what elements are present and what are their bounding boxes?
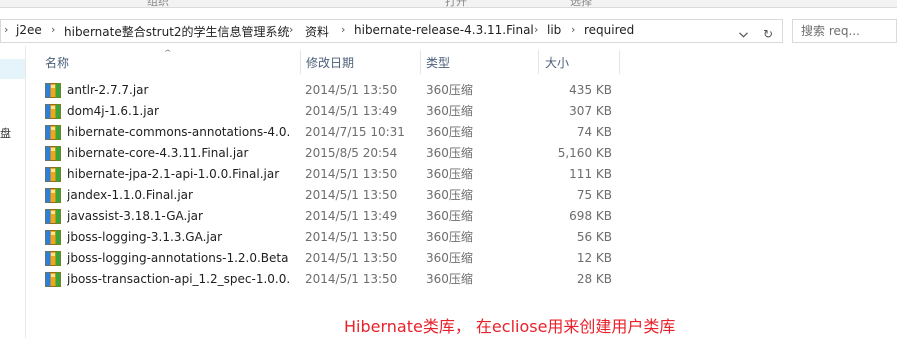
file-type: 360压缩 bbox=[426, 188, 473, 202]
archive-file-icon bbox=[45, 83, 61, 98]
breadcrumb-release[interactable]: hibernate-release-4.3.11.Final bbox=[354, 23, 534, 37]
file-type: 360压缩 bbox=[426, 104, 473, 118]
file-name: javassist-3.18.1-GA.jar bbox=[67, 209, 203, 223]
file-date: 2014/5/1 13:50 bbox=[305, 230, 398, 244]
file-row[interactable]: hibernate-core-4.3.11.Final.jar 2015/8/5… bbox=[30, 143, 620, 164]
file-size: 111 KB bbox=[569, 167, 612, 181]
file-row[interactable]: javassist-3.18.1-GA.jar 2014/5/1 13:49 3… bbox=[30, 206, 620, 227]
archive-file-icon bbox=[45, 188, 61, 203]
column-header-size[interactable]: 大小 bbox=[545, 52, 569, 74]
file-date: 2014/5/1 13:49 bbox=[305, 209, 398, 223]
dropdown-chevron-icon[interactable] bbox=[732, 23, 754, 47]
file-name: jboss-transaction-api_1.2_spec-1.0.0.... bbox=[67, 272, 289, 286]
archive-file-icon bbox=[45, 125, 61, 140]
column-divider[interactable] bbox=[300, 50, 301, 74]
archive-file-icon bbox=[45, 230, 61, 245]
column-divider[interactable] bbox=[538, 50, 539, 74]
breadcrumb-separator[interactable]: › bbox=[289, 23, 293, 36]
ribbon-remnant: 组织 打开 选择 bbox=[0, 0, 897, 8]
breadcrumb-separator[interactable]: › bbox=[51, 23, 55, 36]
column-header-type[interactable]: 类型 bbox=[426, 52, 450, 74]
archive-file-icon bbox=[45, 251, 61, 266]
file-date: 2014/5/1 13:50 bbox=[305, 272, 398, 286]
ribbon-group-select[interactable]: 选择 bbox=[570, 0, 592, 7]
annotation-caption: Hibernate类库， 在ecliose用来创建用户类库 bbox=[344, 317, 676, 336]
file-type: 360压缩 bbox=[426, 272, 473, 286]
file-date: 2014/5/1 13:49 bbox=[305, 104, 398, 118]
file-date: 2014/7/15 10:31 bbox=[305, 125, 405, 139]
file-type: 360压缩 bbox=[426, 125, 473, 139]
file-date: 2014/5/1 13:50 bbox=[305, 167, 398, 181]
file-name: jboss-logging-annotations-1.2.0.Beta... bbox=[67, 251, 289, 265]
address-bar-row: › j2ee › hibernate整合strut2的学生信息管理系统 › 资料… bbox=[0, 16, 897, 46]
archive-file-icon bbox=[45, 209, 61, 224]
file-name: hibernate-core-4.3.11.Final.jar bbox=[67, 146, 249, 160]
file-row[interactable]: jandex-1.1.0.Final.jar 2014/5/1 13:50 36… bbox=[30, 185, 620, 206]
refresh-icon[interactable]: ↻ bbox=[757, 23, 779, 47]
file-type: 360压缩 bbox=[426, 230, 473, 244]
file-name: hibernate-jpa-2.1-api-1.0.0.Final.jar bbox=[67, 167, 280, 181]
file-row[interactable]: antlr-2.7.7.jar 2014/5/1 13:50 360压缩 435… bbox=[30, 80, 620, 101]
file-type: 360压缩 bbox=[426, 251, 473, 265]
breadcrumb-separator[interactable]: › bbox=[534, 23, 538, 36]
column-header-date[interactable]: 修改日期 bbox=[306, 52, 354, 74]
breadcrumb-separator[interactable]: › bbox=[4, 23, 8, 36]
file-size: 75 KB bbox=[576, 188, 612, 202]
ribbon-group-organize[interactable]: 组织 bbox=[147, 0, 169, 7]
breadcrumb-separator[interactable]: › bbox=[571, 23, 575, 36]
search-input[interactable]: 搜索 req... bbox=[792, 19, 897, 43]
nav-selected-item[interactable] bbox=[0, 59, 25, 79]
ribbon-group-open[interactable]: 打开 bbox=[445, 0, 467, 7]
nav-partial-label[interactable]: 盘 bbox=[0, 125, 11, 141]
column-divider[interactable] bbox=[619, 50, 620, 74]
file-date: 2014/5/1 13:50 bbox=[305, 251, 398, 265]
file-type: 360压缩 bbox=[426, 209, 473, 223]
file-name: antlr-2.7.7.jar bbox=[67, 83, 149, 97]
navigation-pane[interactable]: 盘 bbox=[0, 46, 26, 338]
breadcrumb-project[interactable]: hibernate整合strut2的学生信息管理系统 bbox=[64, 23, 290, 40]
breadcrumb-required[interactable]: required bbox=[584, 23, 634, 37]
file-name: jboss-logging-3.1.3.GA.jar bbox=[67, 230, 223, 244]
breadcrumb-separator[interactable]: › bbox=[341, 23, 345, 36]
file-size: 435 KB bbox=[569, 83, 612, 97]
archive-file-icon bbox=[45, 104, 61, 119]
file-size: 74 KB bbox=[576, 125, 612, 139]
file-row[interactable]: jboss-logging-3.1.3.GA.jar 2014/5/1 13:5… bbox=[30, 227, 620, 248]
sort-ascending-icon: ^ bbox=[164, 49, 172, 57]
breadcrumb-materials[interactable]: 资料 bbox=[305, 23, 329, 40]
file-type: 360压缩 bbox=[426, 83, 473, 97]
file-row[interactable]: jboss-logging-annotations-1.2.0.Beta... … bbox=[30, 248, 620, 269]
file-date: 2014/5/1 13:50 bbox=[305, 83, 398, 97]
file-size: 307 KB bbox=[569, 104, 612, 118]
column-divider[interactable] bbox=[420, 50, 421, 74]
file-row[interactable]: jboss-transaction-api_1.2_spec-1.0.0....… bbox=[30, 269, 620, 290]
archive-file-icon bbox=[45, 146, 61, 161]
file-name: dom4j-1.6.1.jar bbox=[67, 104, 159, 118]
file-size: 698 KB bbox=[569, 209, 612, 223]
file-row[interactable]: hibernate-commons-annotations-4.0.... 20… bbox=[30, 122, 620, 143]
archive-file-icon bbox=[45, 167, 61, 182]
file-date: 2015/8/5 20:54 bbox=[305, 146, 398, 160]
file-size: 28 KB bbox=[576, 272, 612, 286]
breadcrumb-j2ee[interactable]: j2ee bbox=[16, 23, 42, 37]
column-header-name[interactable]: 名称 bbox=[45, 52, 69, 74]
file-size: 12 KB bbox=[576, 251, 612, 265]
address-bar[interactable]: › j2ee › hibernate整合strut2的学生信息管理系统 › 资料… bbox=[0, 19, 783, 43]
file-name: hibernate-commons-annotations-4.0.... bbox=[67, 125, 289, 139]
file-size: 5,160 KB bbox=[557, 146, 612, 160]
file-type: 360压缩 bbox=[426, 167, 473, 181]
file-type: 360压缩 bbox=[426, 146, 473, 160]
file-row[interactable]: dom4j-1.6.1.jar 2014/5/1 13:49 360压缩 307… bbox=[30, 101, 620, 122]
archive-file-icon bbox=[45, 272, 61, 287]
file-name: jandex-1.1.0.Final.jar bbox=[67, 188, 193, 202]
file-size: 56 KB bbox=[576, 230, 612, 244]
breadcrumb-lib[interactable]: lib bbox=[547, 23, 561, 37]
file-row[interactable]: hibernate-jpa-2.1-api-1.0.0.Final.jar 20… bbox=[30, 164, 620, 185]
file-date: 2014/5/1 13:50 bbox=[305, 188, 398, 202]
